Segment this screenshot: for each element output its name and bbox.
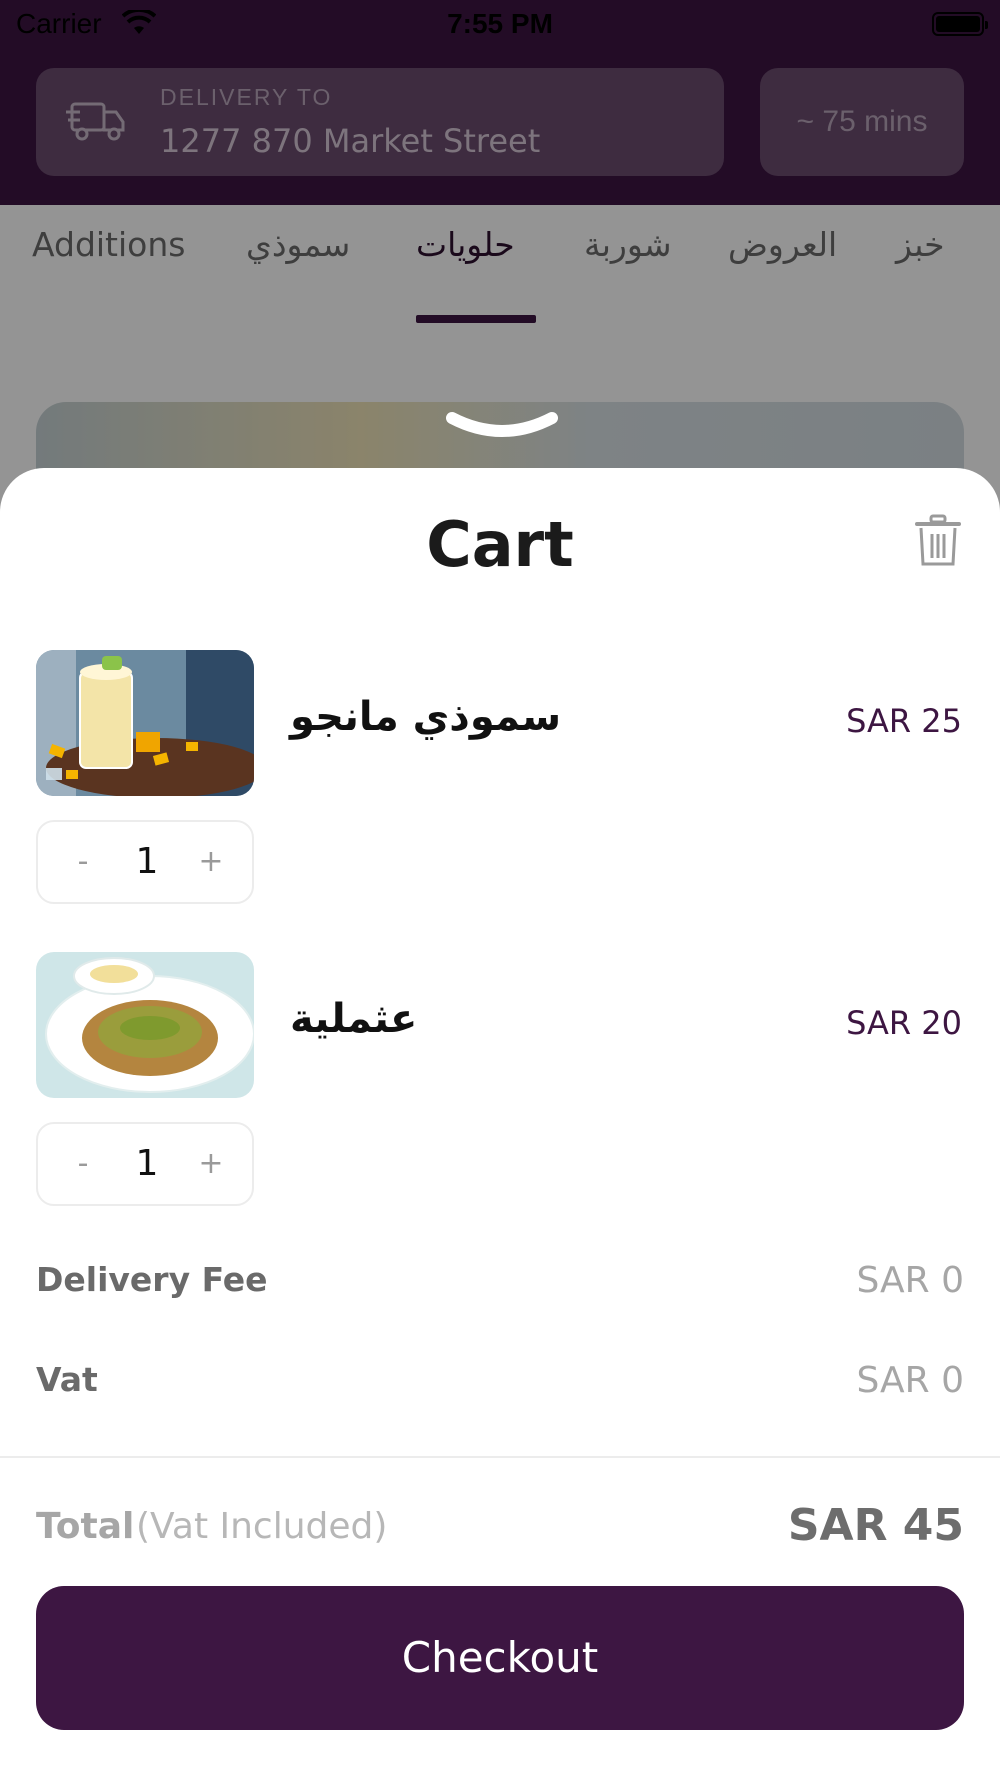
decrease-quantity-button[interactable]: - (68, 1144, 98, 1184)
divider (0, 1456, 1000, 1458)
mango-smoothie-image (36, 650, 254, 796)
decrease-quantity-button[interactable]: - (68, 842, 98, 882)
increase-quantity-button[interactable]: + (196, 1144, 226, 1184)
total-vat-note: (Vat Included) (136, 1506, 388, 1547)
cart-title: Cart (426, 508, 574, 581)
quantity-value: 1 (135, 841, 159, 882)
trash-icon[interactable] (914, 514, 962, 568)
chevron-down-icon[interactable] (446, 410, 558, 442)
fee-label: Delivery Fee (36, 1260, 268, 1299)
item-name: سموذي مانجو (290, 694, 562, 740)
quantity-stepper: - 1 + (36, 1122, 254, 1206)
total-row: Total (Vat Included) SAR 45 (36, 1500, 964, 1560)
vat-row: Vat SAR 0 (36, 1360, 964, 1410)
fee-value: SAR 0 (856, 1260, 964, 1301)
cart-item: سموذي مانجو SAR 25 - 1 + (0, 650, 1000, 920)
item-price: SAR 20 (846, 1004, 962, 1042)
delivery-fee-row: Delivery Fee SAR 0 (36, 1260, 964, 1310)
increase-quantity-button[interactable]: + (196, 842, 226, 882)
othmaliya-dessert-image (36, 952, 254, 1098)
quantity-value: 1 (135, 1143, 159, 1184)
cart-sheet: Cart سموذي مانجو SAR 25 - 1 + عثملية SAR… (0, 468, 1000, 1778)
total-label: Total (36, 1506, 135, 1547)
fee-label: Vat (36, 1360, 98, 1399)
fee-value: SAR 0 (856, 1360, 964, 1401)
item-price: SAR 25 (846, 702, 962, 740)
item-name: عثملية (290, 996, 418, 1042)
cart-item: عثملية SAR 20 - 1 + (0, 952, 1000, 1222)
quantity-stepper: - 1 + (36, 820, 254, 904)
checkout-button[interactable]: Checkout (36, 1586, 964, 1730)
total-value: SAR 45 (787, 1500, 964, 1551)
